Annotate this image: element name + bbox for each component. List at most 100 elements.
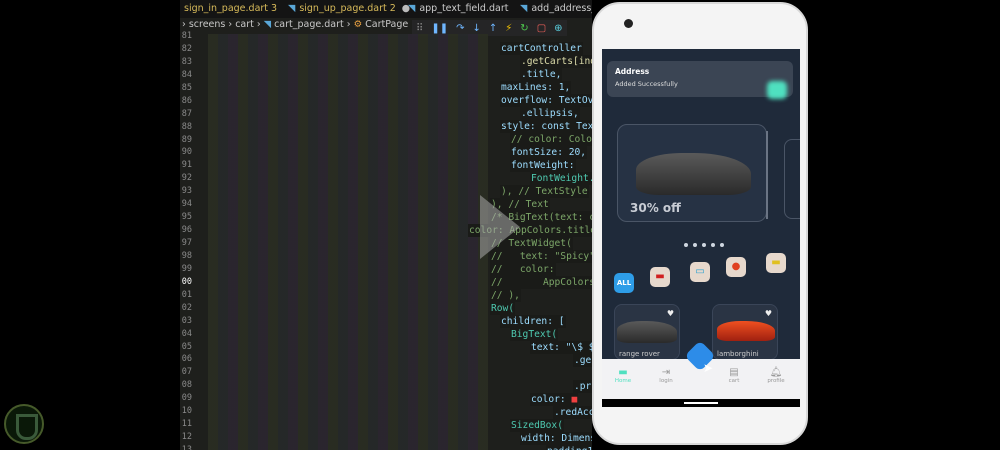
notification-icon [767,81,787,99]
code-line: // color: [490,263,556,276]
tab-label: add_address_page [531,3,592,14]
car-icon: ▬ [618,367,628,378]
car-image [717,321,775,341]
nav-profile[interactable]: 🔔︎ profile [761,367,791,384]
tab-label: sign_in_page.dart [184,3,269,14]
code-line: width: Dimensio [520,432,592,445]
tab-label: app_text_field.dart [419,3,509,14]
code-line: maxLines: 1, [500,81,572,94]
code-line: .pri [573,380,592,393]
breadcrumb-item[interactable]: cart_page.dart [274,19,344,30]
banner-divider [766,131,768,219]
next-banner[interactable] [784,139,800,219]
promo-banner[interactable]: 30% off [617,124,767,222]
category-bus-icon[interactable]: ▭ [690,262,710,282]
code-line: .title, [520,68,563,81]
camera-icon [624,19,633,28]
dart-icon: ◥ [408,3,416,14]
code-line: FontWeight.w [530,172,592,185]
nav-label: cart [728,378,740,384]
car-card[interactable]: ♥ lamborghini [712,304,778,360]
dart-icon: ◥ [263,19,272,30]
step-into-button[interactable]: ↓ [472,23,480,34]
line-number: 13 [181,445,192,450]
code-line: text: "\$ $ [530,341,592,354]
drag-handle-icon[interactable]: ⠿ [416,23,423,34]
step-out-button[interactable]: ↑ [489,23,497,34]
category-taxi-icon[interactable]: ▬ [766,253,786,273]
car-name: lamborghini [717,350,759,358]
notification-subtitle: Added Successfully [615,80,678,88]
code-line: padding10 [546,445,592,450]
code-line: SizedBox( [510,419,564,432]
code-line: // color: Colors [510,133,592,146]
problem-count: 2 [389,3,396,14]
video-play-icon [480,195,520,259]
gesture-bar [602,399,800,407]
nav-label: Home [614,378,632,384]
code-line: // AppColors.t [490,276,592,289]
indent-guides [208,34,488,450]
code-line: overflow: TextOver [500,94,592,107]
mouse-cursor-icon: ➤ [703,361,714,375]
class-icon: ⚙ [353,19,363,30]
nav-login[interactable]: ⇥ login [651,367,681,384]
step-over-button[interactable]: ↷ [456,23,464,34]
dart-icon: ◥ [520,3,528,14]
stop-button[interactable]: ▢ [537,23,546,34]
tab-add-address-page[interactable]: ◥add_address_page [520,3,592,14]
code-editor: sign_in_page.dart 3 ◥ sign_up_page.dart 2 ● … [180,0,592,450]
wallet-icon: ▤ [729,367,739,378]
restart-button[interactable]: ↻ [520,23,528,34]
code-line: fontSize: 20, [510,146,588,159]
code-area[interactable]: cartController .getCarts[inde .title, ma… [180,30,592,450]
breadcrumb-item[interactable]: screens [189,19,226,30]
phone-emulator: Address Added Successfully 30% off ALL ▬… [592,2,808,445]
breadcrumb: › screens › cart › ◥ cart_page.dart › ⚙ … [182,19,409,30]
problem-count: 3 [271,3,278,14]
heart-icon[interactable]: ♥ [765,309,772,318]
tab-sign-up-page[interactable]: ◥ sign_up_page.dart 2 ● [288,3,410,14]
car-name: range rover [619,350,660,358]
code-line: style: const TextS [500,120,592,133]
code-line: .get [573,354,592,367]
notification-title: Address [615,67,650,76]
car-image [636,153,751,195]
category-person-icon[interactable]: ● [726,257,746,277]
pause-button[interactable]: ❚❚ [431,23,448,34]
login-icon: ⇥ [661,367,671,378]
category-sports-car-icon[interactable]: ▬ [650,267,670,287]
heart-icon[interactable]: ♥ [667,309,674,318]
line-number: 11 [181,419,192,430]
hot-reload-button[interactable]: ⚡ [505,23,512,34]
line-number: 09 [181,393,192,404]
breadcrumb-item[interactable]: cart [235,19,254,30]
code-line: children: [ [500,315,566,328]
color-swatch-icon: ■ [571,394,578,405]
code-line: .redAcce [553,406,592,419]
nav-cart[interactable]: ▤ cart [719,367,749,384]
breadcrumb-item[interactable]: CartPage [365,19,408,30]
code-line: .getCarts[inde [520,55,592,68]
tab-app-text-field[interactable]: ◥ app_text_field.dart [408,3,508,14]
car-image [617,321,677,343]
app-screen: Address Added Successfully 30% off ALL ▬… [602,49,800,399]
inspect-button[interactable]: ⊕ [554,23,562,34]
code-line: cartController [500,42,583,55]
code-line: color: [531,394,572,405]
code-line: BigText( [510,328,559,341]
editor-tabs: sign_in_page.dart 3 ◥ sign_up_page.dart 2 ● … [180,0,592,18]
code-line: .ellipsis, [520,107,580,120]
discount-label: 30% off [630,201,681,215]
car-card[interactable]: ♥ range rover [614,304,680,360]
tab-sign-in-page[interactable]: sign_in_page.dart 3 [184,3,277,14]
nav-label: login [659,378,673,384]
line-number: 12 [181,432,192,443]
code-line: // ), [490,289,521,302]
category-all[interactable]: ALL [614,273,634,293]
bell-icon: 🔔︎ [769,367,783,378]
snackbar-notification: Address Added Successfully [607,61,793,99]
code-line: Row( [490,302,516,315]
nav-home[interactable]: ▬ Home [608,367,638,384]
tab-label: sign_up_page.dart [299,3,387,14]
